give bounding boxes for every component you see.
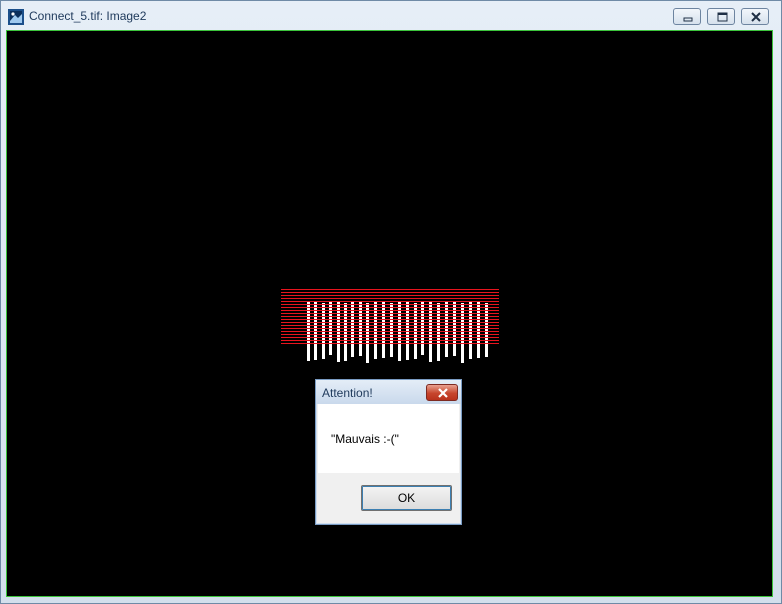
minimize-icon xyxy=(683,17,693,22)
close-icon xyxy=(438,388,448,398)
restore-button[interactable] xyxy=(707,8,735,25)
connector-stripe xyxy=(281,310,499,311)
dialog-title: Attention! xyxy=(322,386,373,400)
connector-stripe xyxy=(281,328,499,329)
connector-stripe xyxy=(281,316,499,317)
connector-stripe xyxy=(281,292,499,293)
minimize-button[interactable] xyxy=(673,8,701,25)
connector-pin xyxy=(390,303,393,357)
connector-pin xyxy=(469,301,472,359)
connector-stripe xyxy=(281,331,499,332)
close-button[interactable] xyxy=(741,8,769,25)
connector-pin xyxy=(374,301,377,359)
connector-stripe xyxy=(281,340,499,341)
close-icon xyxy=(751,12,761,22)
connector-pin xyxy=(461,303,464,363)
restore-icon xyxy=(717,12,728,22)
connector-stripe xyxy=(281,334,499,335)
ok-button[interactable]: OK xyxy=(361,485,452,511)
attention-dialog: Attention! "Mauvais :-(" OK xyxy=(315,379,462,525)
connector-stripe xyxy=(281,343,499,344)
dialog-titlebar[interactable]: Attention! xyxy=(316,380,461,404)
connector-pin xyxy=(366,303,369,363)
connector-stripe xyxy=(281,322,499,323)
connector-stripe xyxy=(281,301,499,302)
connector-stripe xyxy=(281,298,499,299)
app-icon xyxy=(8,9,24,25)
window-title: Connect_5.tif: Image2 xyxy=(29,9,147,23)
dialog-close-button[interactable] xyxy=(426,384,458,401)
connector-stripe xyxy=(281,307,499,308)
window-titlebar[interactable]: Connect_5.tif: Image2 xyxy=(1,1,781,31)
connector-pin xyxy=(485,303,488,357)
connector-stripe xyxy=(281,319,499,320)
connector-stripe xyxy=(281,304,499,305)
connector-stripe xyxy=(281,295,499,296)
dialog-body: "Mauvais :-(" xyxy=(318,404,459,473)
connector-stripe xyxy=(281,325,499,326)
connector-stripe xyxy=(281,313,499,314)
dialog-message: "Mauvais :-(" xyxy=(331,432,399,446)
connector-stripe xyxy=(281,289,499,290)
connector-stripe xyxy=(281,337,499,338)
